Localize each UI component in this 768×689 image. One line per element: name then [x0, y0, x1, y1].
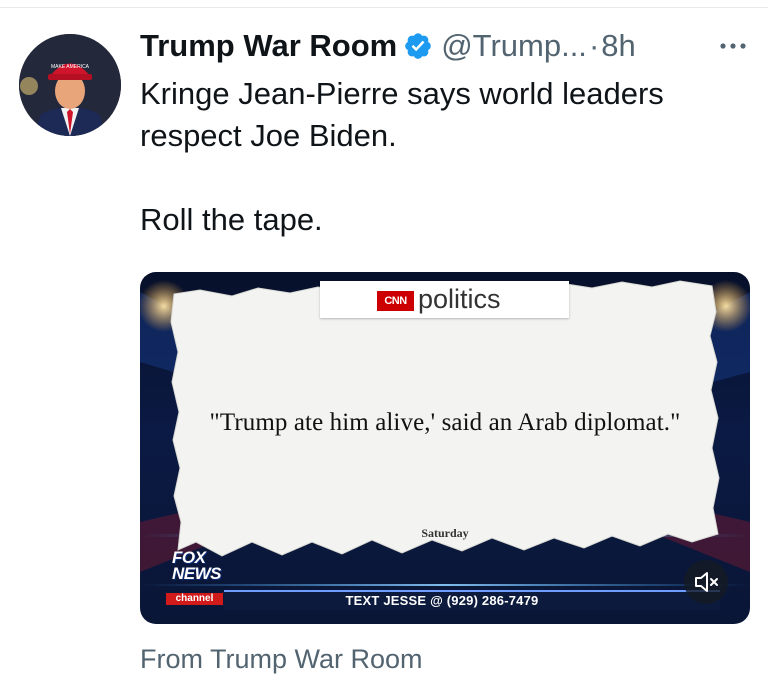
fox-logo-channel: channel [166, 593, 223, 605]
video-player[interactable]: CNN politics "Trump ate him alive,' said… [140, 272, 750, 624]
avatar-image: MAKE AMERICA [19, 34, 121, 136]
video-background [140, 280, 750, 610]
tweet-text: Kringe Jean-Pierre says world leaders re… [140, 73, 750, 241]
news-ticker: TEXT JESSE @ (929) 286-7479 [228, 593, 718, 609]
tweet-text-line: Kringe Jean-Pierre says world leaders [140, 76, 664, 111]
handle[interactable]: @Trump... [441, 26, 587, 66]
tweet[interactable]: MAKE AMERICA Trump War Room @Trump... · … [0, 0, 768, 689]
cnn-logo: CNN [377, 291, 414, 311]
avatar[interactable]: MAKE AMERICA [19, 34, 121, 136]
cnn-politics-banner: CNN politics [320, 281, 569, 318]
tweet-text-line: respect Joe Biden. [140, 118, 397, 153]
dateline: Saturday [421, 526, 469, 540]
verified-badge-icon[interactable] [403, 31, 433, 61]
tweet-text-line: Roll the tape. [140, 202, 323, 237]
from-attribution[interactable]: From Trump War Room [140, 640, 423, 678]
cnn-section-label: politics [418, 284, 501, 314]
fox-logo-line: NEWS [172, 564, 222, 583]
more-horizontal-icon[interactable] [716, 36, 750, 56]
fox-news-logo: FOX NEWS channel [166, 547, 223, 607]
svg-text:MAKE AMERICA: MAKE AMERICA [51, 64, 90, 70]
quote-text: "Trump ate him alive,' said an Arab dipl… [209, 409, 681, 436]
timestamp[interactable]: 8h [601, 26, 635, 66]
ticker-text: TEXT JESSE @ (929) 286-7479 [345, 593, 539, 608]
tweet-header: Trump War Room @Trump... · 8h [140, 26, 636, 66]
speaker-muted-icon[interactable] [684, 560, 728, 604]
separator-dot: · [588, 28, 600, 63]
display-name[interactable]: Trump War Room [140, 26, 397, 66]
